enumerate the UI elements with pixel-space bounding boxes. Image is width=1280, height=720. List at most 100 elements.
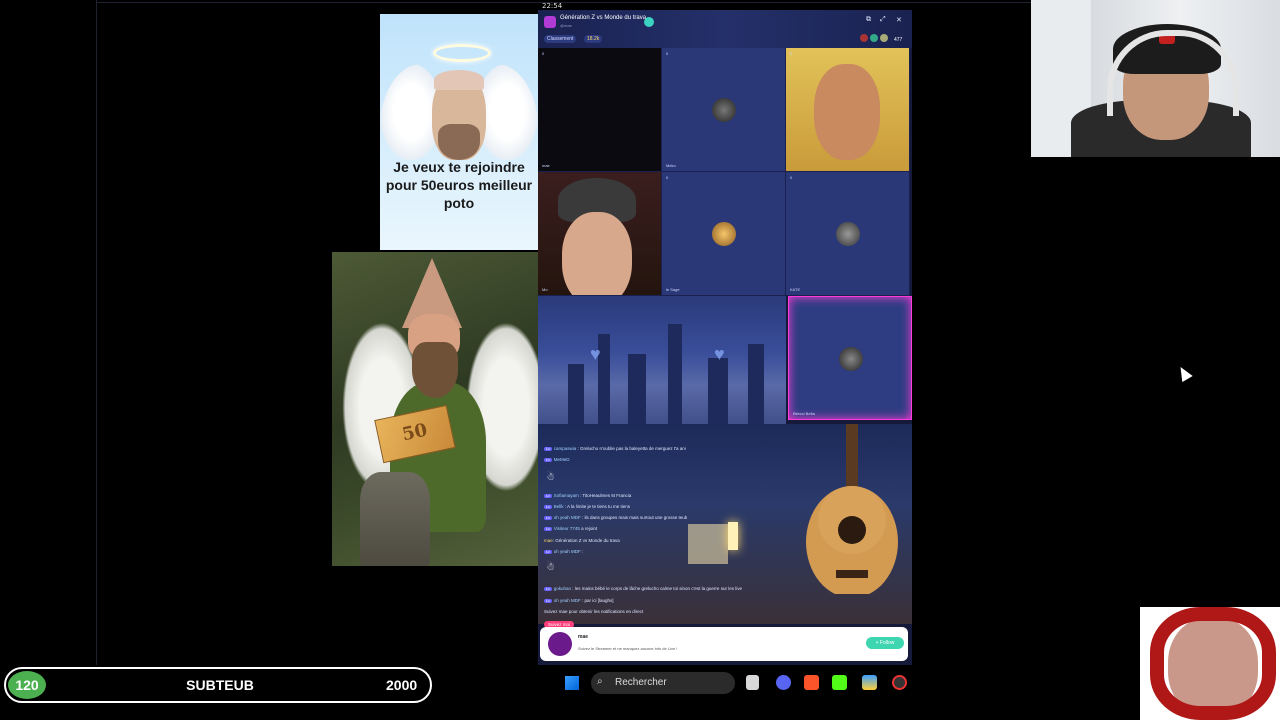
- chat-user[interactable]: Bellk: [554, 504, 564, 509]
- chat-message: Lv oh yeah MDF :: [544, 549, 584, 554]
- chat-message: Lv oh yeah MDF : par ici [laughs]: [544, 598, 614, 603]
- viewer-avatar[interactable]: [880, 34, 888, 42]
- user-level-badge: Lv: [544, 587, 552, 591]
- tile-number: 0: [666, 175, 669, 180]
- tile-number: 0: [666, 51, 669, 56]
- guest-avatar: [836, 222, 860, 246]
- kick-app-icon[interactable]: [832, 675, 847, 690]
- user-level-badge: Lv: [544, 505, 552, 509]
- gift-sticker-icon: ☃: [546, 562, 555, 573]
- live-subtitle: @mae: [560, 23, 572, 28]
- user-level-badge: Lv: [544, 447, 552, 451]
- file-explorer-icon[interactable]: [746, 675, 759, 690]
- chat-user[interactable]: oh yeah MDF: [554, 598, 581, 603]
- chat-text: ils dans groupes mais mais surtout une g…: [584, 515, 688, 520]
- building: [668, 324, 682, 424]
- live-header: Génération Z vs Monde du trava @mae Clas…: [538, 10, 912, 48]
- follow-notification: mae Suivez le Streamer et ne manquez auc…: [540, 627, 908, 661]
- chat-message: Lv Sofiamayam : TitoHeaulmes 6t Francia: [544, 493, 632, 498]
- tile-name: mae: [542, 163, 550, 168]
- user-level-badge: Lv: [544, 516, 552, 520]
- chat-user[interactable]: Visiteur 7745: [554, 526, 580, 531]
- expand-icon[interactable]: ⤢: [880, 16, 886, 24]
- guest-tile[interactable]: 0 mae: [538, 48, 662, 172]
- chat-user[interactable]: campaswia: [554, 446, 577, 451]
- live-stream-panel: Génération Z vs Monde du trava @mae Clas…: [538, 10, 912, 665]
- mouse-cursor-icon: [1175, 363, 1193, 383]
- empty-seat-heart-icon[interactable]: ♥: [714, 344, 725, 365]
- halo-icon: [433, 44, 491, 62]
- chat-user[interactable]: gokuhan: [554, 586, 571, 591]
- chat-message: Lv oh yeah MDF : ils dans groupes mais ma…: [544, 515, 688, 520]
- verified-badge-icon: [644, 17, 654, 27]
- angel-cap: [434, 70, 484, 90]
- user-level-badge: Lv: [544, 550, 552, 554]
- gnome-beard: [412, 342, 458, 398]
- chat-user[interactable]: Sofiamayam: [554, 493, 579, 498]
- tile-name: KATE: [790, 287, 801, 292]
- external-link-icon[interactable]: ⧉: [866, 16, 871, 24]
- city-backdrop: ♥ ♥: [538, 296, 786, 424]
- chat-message: Lv campaswia : Grelucho n'oublie pas la b…: [544, 446, 686, 451]
- chat-text: Génération Z vs Monde du trava: [555, 538, 620, 543]
- close-icon[interactable]: ✕: [896, 16, 902, 24]
- guest-tile[interactable]: 0 Meko: [662, 48, 786, 172]
- live-title: Génération Z vs Monde du trava: [560, 15, 647, 21]
- guest-tile[interactable]: 0: [786, 48, 910, 172]
- red-hood: [1150, 607, 1276, 720]
- guest-tile[interactable]: Mo: [538, 172, 662, 296]
- taskbar: ⌕ Rechercher: [536, 667, 916, 699]
- streamer-webcam: [1031, 0, 1280, 157]
- guest-avatar: [712, 98, 736, 122]
- discord-icon[interactable]: [776, 675, 791, 690]
- chat-text: Suivez mae pour obtenir les notification…: [544, 609, 644, 614]
- guitar-illustration: [806, 424, 898, 594]
- viewer-avatar[interactable]: [870, 34, 878, 42]
- windows-start-icon[interactable]: [565, 676, 579, 690]
- chat-message: Lv MeMeD: [544, 457, 569, 462]
- angel-meme-image: Je veux te rejoindre pour 50euros meille…: [380, 14, 538, 250]
- guest-webcam: [1140, 607, 1280, 720]
- sub-goal-bar: 120 SUBTEUB 2000: [4, 667, 432, 703]
- ranking-button[interactable]: Classement: [544, 35, 577, 43]
- empty-seat-heart-icon[interactable]: ♥: [590, 344, 601, 365]
- follow-button[interactable]: + Follow: [866, 637, 904, 649]
- user-level-badge: Lv: [544, 527, 552, 531]
- meme-caption: Je veux te rejoindre pour 50euros meille…: [385, 159, 533, 211]
- chat-text: par ici [laughs]: [584, 598, 614, 603]
- brave-browser-icon[interactable]: [804, 675, 819, 690]
- stream-logo-icon: [544, 16, 556, 28]
- candle-decor: [728, 522, 738, 550]
- guest-camera-face: [562, 212, 632, 295]
- obs-record-icon[interactable]: [892, 675, 907, 690]
- chat-user[interactable]: oh yeah MDF: [554, 515, 581, 520]
- taskbar-search[interactable]: ⌕ Rechercher: [591, 672, 735, 694]
- chat-system-message: Suivez mae pour obtenir les notification…: [544, 609, 643, 614]
- building: [748, 344, 764, 424]
- user-level-badge: Lv: [544, 458, 552, 462]
- tile-name: le Sage: [666, 287, 680, 292]
- chat-user[interactable]: oh yeah MDF: [554, 549, 581, 554]
- chat-user[interactable]: MeMeD: [554, 457, 570, 462]
- search-icon: ⌕: [597, 676, 603, 687]
- notebook-decor: [688, 524, 728, 564]
- guest-tile[interactable]: Bilecci Belta: [788, 296, 912, 420]
- clock: 22:54: [542, 2, 563, 10]
- avatar[interactable]: [548, 632, 572, 656]
- tile-name: Meko: [666, 163, 676, 168]
- score-badge[interactable]: 18.2k: [584, 35, 603, 43]
- tile-number: 0: [790, 51, 793, 56]
- stage-divider-top: [96, 2, 1031, 3]
- guest-avatar: [712, 222, 736, 246]
- tile-name: Mo: [542, 287, 548, 292]
- guest-tile[interactable]: 0 KATE: [786, 172, 910, 296]
- app-icon[interactable]: [862, 675, 877, 690]
- viewer-avatar[interactable]: [860, 34, 868, 42]
- guest-tile[interactable]: 0 le Sage: [662, 172, 786, 296]
- chat-user[interactable]: mae: [544, 538, 553, 543]
- chat-area[interactable]: [538, 424, 912, 624]
- tile-number: 0: [542, 51, 545, 56]
- notification-name: mae: [578, 634, 589, 640]
- ranking-label: Classement: [547, 36, 574, 42]
- chat-message: mae: Génération Z vs Monde du trava: [544, 538, 620, 543]
